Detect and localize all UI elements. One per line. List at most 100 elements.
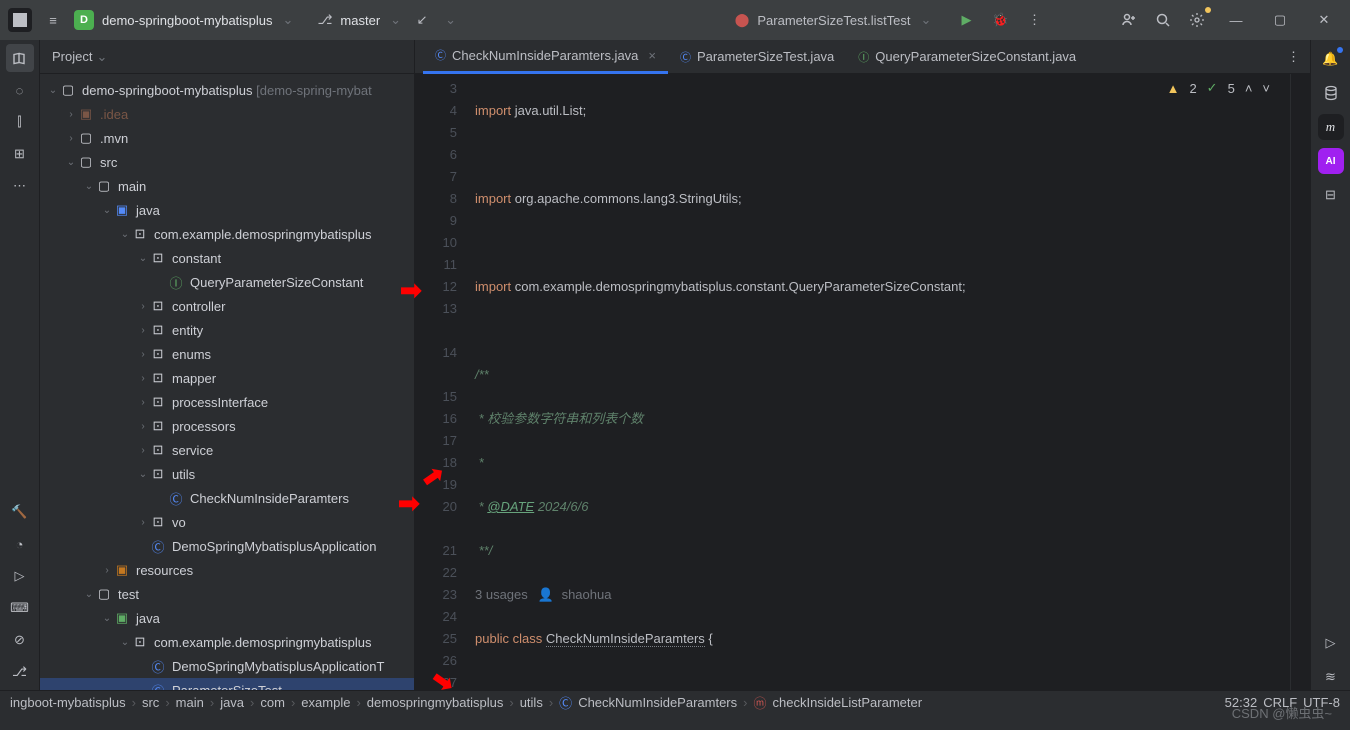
tab-more-icon[interactable]: ⋮ xyxy=(1277,49,1310,65)
project-tool-icon[interactable] xyxy=(6,44,34,72)
notifications-icon[interactable]: 🔔 xyxy=(1318,46,1344,72)
git-update-icon[interactable]: ↙ xyxy=(409,7,435,33)
ide-menu-icon[interactable] xyxy=(8,8,32,32)
line-separator[interactable]: CRLF xyxy=(1263,695,1297,710)
tree-label: vo xyxy=(172,515,186,530)
editor-body[interactable]: ▲2 ✓5 ˄˅ 3456789101112131415161718192021… xyxy=(415,74,1310,690)
tree-item-idea[interactable]: ›▣.idea xyxy=(40,102,414,126)
right-tool-rail: 🔔 m AI ⊟ ▷ ≋ xyxy=(1310,40,1350,690)
tree-item-processors[interactable]: ›⊡processors xyxy=(40,414,414,438)
tree-item-processinterface[interactable]: ›⊡processInterface xyxy=(40,390,414,414)
breadcrumb-item[interactable]: demospringmybatisplus xyxy=(367,695,504,710)
tree-label: demo-springboot-mybatisplus xyxy=(82,83,253,98)
editor-tab[interactable]: ⒾQueryParameterSizeConstant.java xyxy=(846,40,1088,74)
editor-tab[interactable]: ⒸCheckNumInsideParamters.java× xyxy=(423,40,668,74)
breadcrumb-item[interactable]: src xyxy=(142,695,159,710)
maven-icon[interactable]: m xyxy=(1318,114,1344,140)
tree-item-checknum[interactable]: ⒸCheckNumInsideParamters xyxy=(40,486,414,510)
tree-item-appclass[interactable]: ⒸDemoSpringMybatisplusApplication xyxy=(40,534,414,558)
code-content[interactable]: import java.util.List; import org.apache… xyxy=(475,74,1290,690)
branch-name[interactable]: master xyxy=(340,13,380,28)
tree-item-mvn[interactable]: ›▢.mvn xyxy=(40,126,414,150)
breadcrumb-item[interactable]: utils xyxy=(520,695,543,710)
tree-label: com.example.demospringmybatisplus xyxy=(154,227,371,242)
tree-label: src xyxy=(100,155,117,170)
tree-item-utils[interactable]: ⌄⊡utils xyxy=(40,462,414,486)
tree-item-main[interactable]: ⌄▢main xyxy=(40,174,414,198)
hamburger-icon[interactable]: ≡ xyxy=(40,7,66,33)
breadcrumb-item[interactable]: ingboot-mybatisplus xyxy=(10,695,126,710)
caret-position[interactable]: 52:32 xyxy=(1225,695,1258,710)
commit-tool-icon[interactable]: ◌ xyxy=(6,76,34,104)
run-tool-icon[interactable]: ▷ xyxy=(1318,630,1344,656)
tree-item-controller[interactable]: ›⊡controller xyxy=(40,294,414,318)
editor-minimap[interactable] xyxy=(1290,74,1310,690)
breadcrumb-item[interactable]: example xyxy=(301,695,350,710)
terminal-icon[interactable]: ⌨ xyxy=(6,594,34,622)
tree-item-service[interactable]: ›⊡service xyxy=(40,438,414,462)
tree-root[interactable]: ⌄▢demo-springboot-mybatisplus [demo-spri… xyxy=(40,78,414,102)
tree-item-mapper[interactable]: ›⊡mapper xyxy=(40,366,414,390)
tree-item-java-test[interactable]: ⌄▣java xyxy=(40,606,414,630)
profiler-icon[interactable]: ◔ xyxy=(6,530,34,558)
file-encoding[interactable]: UTF-8 xyxy=(1303,695,1340,710)
structure-tool-icon[interactable]: ⊞ xyxy=(6,140,34,168)
project-tree[interactable]: ⌄▢demo-springboot-mybatisplus [demo-spri… xyxy=(40,74,414,690)
breadcrumb-item[interactable]: com xyxy=(260,695,285,710)
tree-item-pkg-main[interactable]: ⌄⊡com.example.demospringmybatisplus xyxy=(40,222,414,246)
run-config-label[interactable]: ParameterSizeTest.listTest xyxy=(757,13,910,28)
tab-label: ParameterSizeTest.java xyxy=(697,49,834,64)
breadcrumb-item[interactable]: java xyxy=(220,695,244,710)
maximize-button[interactable]: ▢ xyxy=(1262,6,1298,34)
tab-label: QueryParameterSizeConstant.java xyxy=(875,49,1076,64)
chevron-down-icon: ⌄ xyxy=(96,49,107,65)
settings-icon[interactable] xyxy=(1184,7,1210,33)
project-name[interactable]: demo-springboot-mybatisplus xyxy=(102,13,273,28)
tree-item-pkg-test[interactable]: ⌄⊡com.example.demospringmybatisplus xyxy=(40,630,414,654)
more-tools-icon[interactable]: ⋯ xyxy=(6,172,34,200)
git-tool-icon[interactable]: ⎇ xyxy=(6,658,34,686)
close-button[interactable]: ✕ xyxy=(1306,6,1342,34)
tree-label: processors xyxy=(172,419,236,434)
tree-item-test[interactable]: ⌄▢test xyxy=(40,582,414,606)
tree-item-enums[interactable]: ›⊡enums xyxy=(40,342,414,366)
tree-label: utils xyxy=(172,467,195,482)
tree-label: processInterface xyxy=(172,395,268,410)
tree-item-java-main[interactable]: ⌄▣java xyxy=(40,198,414,222)
tree-item-resources[interactable]: ›▣resources xyxy=(40,558,414,582)
tree-item-paramtest[interactable]: ⒸParameterSizeTest xyxy=(40,678,414,690)
pull-request-icon[interactable]: ⫿ xyxy=(6,108,34,136)
run-button[interactable]: ▶ xyxy=(953,7,979,33)
tree-item-queryparamconst[interactable]: ⒾQueryParameterSizeConstant xyxy=(40,270,414,294)
database-icon[interactable] xyxy=(1318,80,1344,106)
tree-item-vo[interactable]: ›⊡vo xyxy=(40,510,414,534)
more-actions-icon[interactable]: ⋮ xyxy=(1021,7,1047,33)
services-tool-icon[interactable]: ≋ xyxy=(1318,664,1344,690)
debug-button[interactable]: 🐞 xyxy=(987,7,1013,33)
services-icon[interactable]: ▷ xyxy=(6,562,34,590)
author-hint[interactable]: 👤 shaohua xyxy=(538,584,612,606)
project-header[interactable]: Project ⌄ xyxy=(40,40,414,74)
minimize-button[interactable]: — xyxy=(1218,6,1254,34)
endpoints-icon[interactable]: ⊟ xyxy=(1318,182,1344,208)
tree-item-entity[interactable]: ›⊡entity xyxy=(40,318,414,342)
tree-label: .mvn xyxy=(100,131,128,146)
tree-item-src[interactable]: ⌄▢src xyxy=(40,150,414,174)
usages-hint[interactable]: 3 usages xyxy=(475,584,528,606)
search-icon[interactable] xyxy=(1150,7,1176,33)
tree-item-constant[interactable]: ⌄⊡constant xyxy=(40,246,414,270)
code-with-me-icon[interactable] xyxy=(1116,7,1142,33)
tree-item-apptests[interactable]: ⒸDemoSpringMybatisplusApplicationT xyxy=(40,654,414,678)
breadcrumb-item[interactable]: main xyxy=(176,695,204,710)
close-icon[interactable]: × xyxy=(648,48,656,63)
tree-label: test xyxy=(118,587,139,602)
breadcrumb-item[interactable]: CheckNumInsideParamters xyxy=(578,695,737,710)
left-tool-rail: ◌ ⫿ ⊞ ⋯ 🔨 ◔ ▷ ⌨ ⊘ ⎇ xyxy=(0,40,40,690)
ai-assistant-icon[interactable]: AI xyxy=(1318,148,1344,174)
problems-icon[interactable]: ⊘ xyxy=(6,626,34,654)
tree-label: enums xyxy=(172,347,211,362)
breadcrumb-item[interactable]: checkInsideListParameter xyxy=(773,695,923,710)
editor-tab[interactable]: ⒸParameterSizeTest.java xyxy=(668,40,846,74)
project-badge: D xyxy=(74,10,94,30)
build-tool-icon[interactable]: 🔨 xyxy=(6,498,34,526)
